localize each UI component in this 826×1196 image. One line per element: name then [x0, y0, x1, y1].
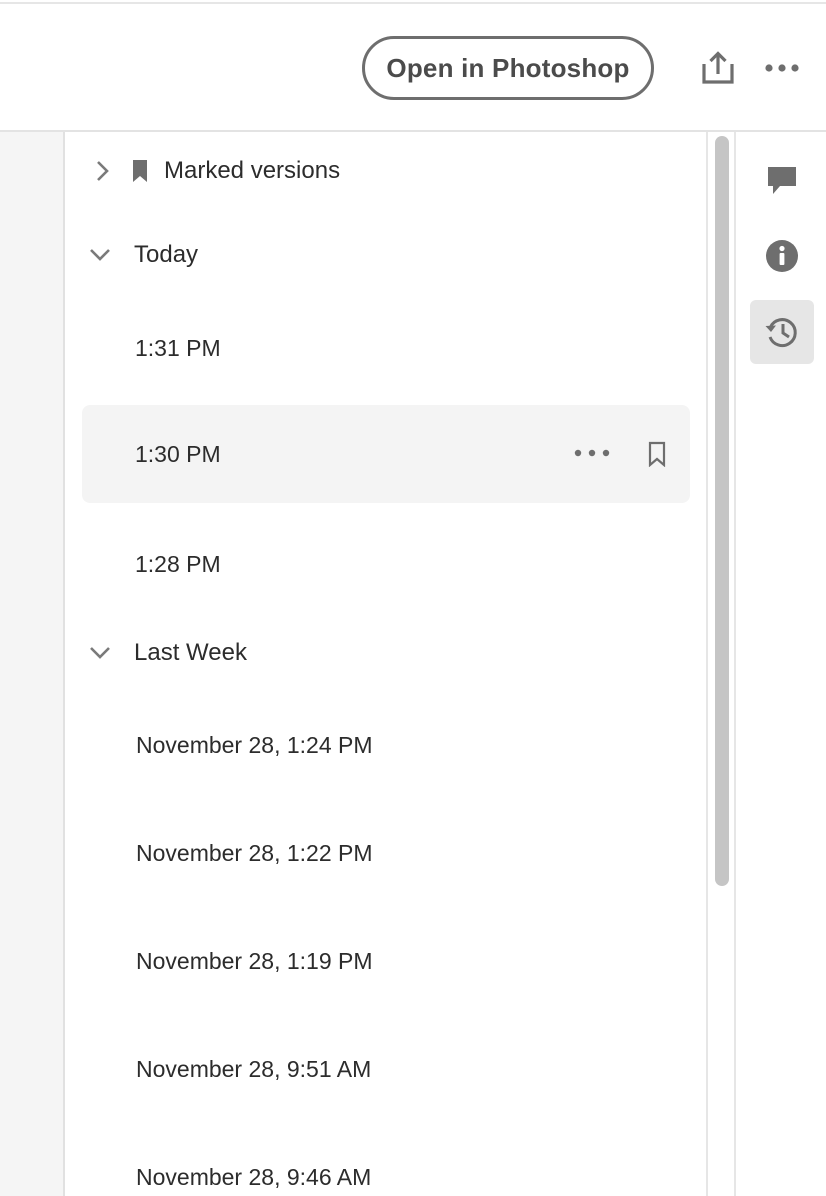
marked-versions-label: Marked versions: [164, 157, 341, 184]
share-icon[interactable]: [700, 50, 736, 86]
left-canvas-area: [0, 132, 65, 1196]
history-icon: [765, 318, 797, 348]
bookmark-filled-icon: [133, 160, 147, 182]
comments-rail-button[interactable]: [750, 148, 814, 212]
scrollbar-thumb[interactable]: [715, 136, 729, 886]
bookmark-outline-icon[interactable]: [648, 441, 666, 467]
group-toggle-last-week[interactable]: Last Week: [86, 636, 247, 670]
version-date-time: November 28, 1:24 PM: [136, 731, 373, 758]
group-toggle-today[interactable]: Today: [86, 238, 198, 272]
group-label-today: Today: [134, 241, 199, 268]
info-icon: [766, 240, 798, 272]
panel-scrollbar[interactable]: [706, 132, 736, 1196]
version-history-rail-button[interactable]: [750, 300, 814, 364]
version-row[interactable]: November 28, 1:22 PM: [82, 804, 690, 902]
version-row[interactable]: November 28, 9:46 AM: [82, 1128, 690, 1196]
right-rail: [738, 132, 826, 1196]
version-row[interactable]: 1:31 PM: [82, 299, 690, 397]
version-date-time: November 28, 9:51 AM: [136, 1055, 372, 1082]
open-in-photoshop-button[interactable]: Open in Photoshop: [362, 36, 654, 100]
version-row-hovered[interactable]: 1:30 PM: [82, 405, 690, 503]
more-horizontal-icon[interactable]: [764, 58, 800, 78]
chevron-down-icon: [90, 249, 110, 261]
version-time: 1:31 PM: [135, 334, 221, 361]
header-bar: Open in Photoshop: [0, 4, 826, 130]
version-time: 1:30 PM: [135, 440, 221, 467]
comment-icon: [768, 167, 796, 194]
version-row[interactable]: 1:28 PM: [82, 515, 690, 613]
version-date-time: November 28, 1:22 PM: [136, 839, 373, 866]
version-time: 1:28 PM: [135, 550, 221, 577]
version-row[interactable]: November 28, 1:19 PM: [82, 912, 690, 1010]
marked-versions-toggle[interactable]: Marked versions: [90, 154, 340, 188]
chevron-right-icon: [97, 161, 109, 181]
more-horizontal-icon[interactable]: [572, 443, 612, 463]
version-date-time: November 28, 1:19 PM: [136, 947, 373, 974]
version-row[interactable]: November 28, 1:24 PM: [82, 696, 690, 794]
chevron-down-icon: [90, 647, 110, 659]
group-label-last-week: Last Week: [134, 639, 247, 666]
version-date-time: November 28, 9:46 AM: [136, 1163, 372, 1190]
version-row[interactable]: November 28, 9:51 AM: [82, 1020, 690, 1118]
info-rail-button[interactable]: [750, 224, 814, 288]
